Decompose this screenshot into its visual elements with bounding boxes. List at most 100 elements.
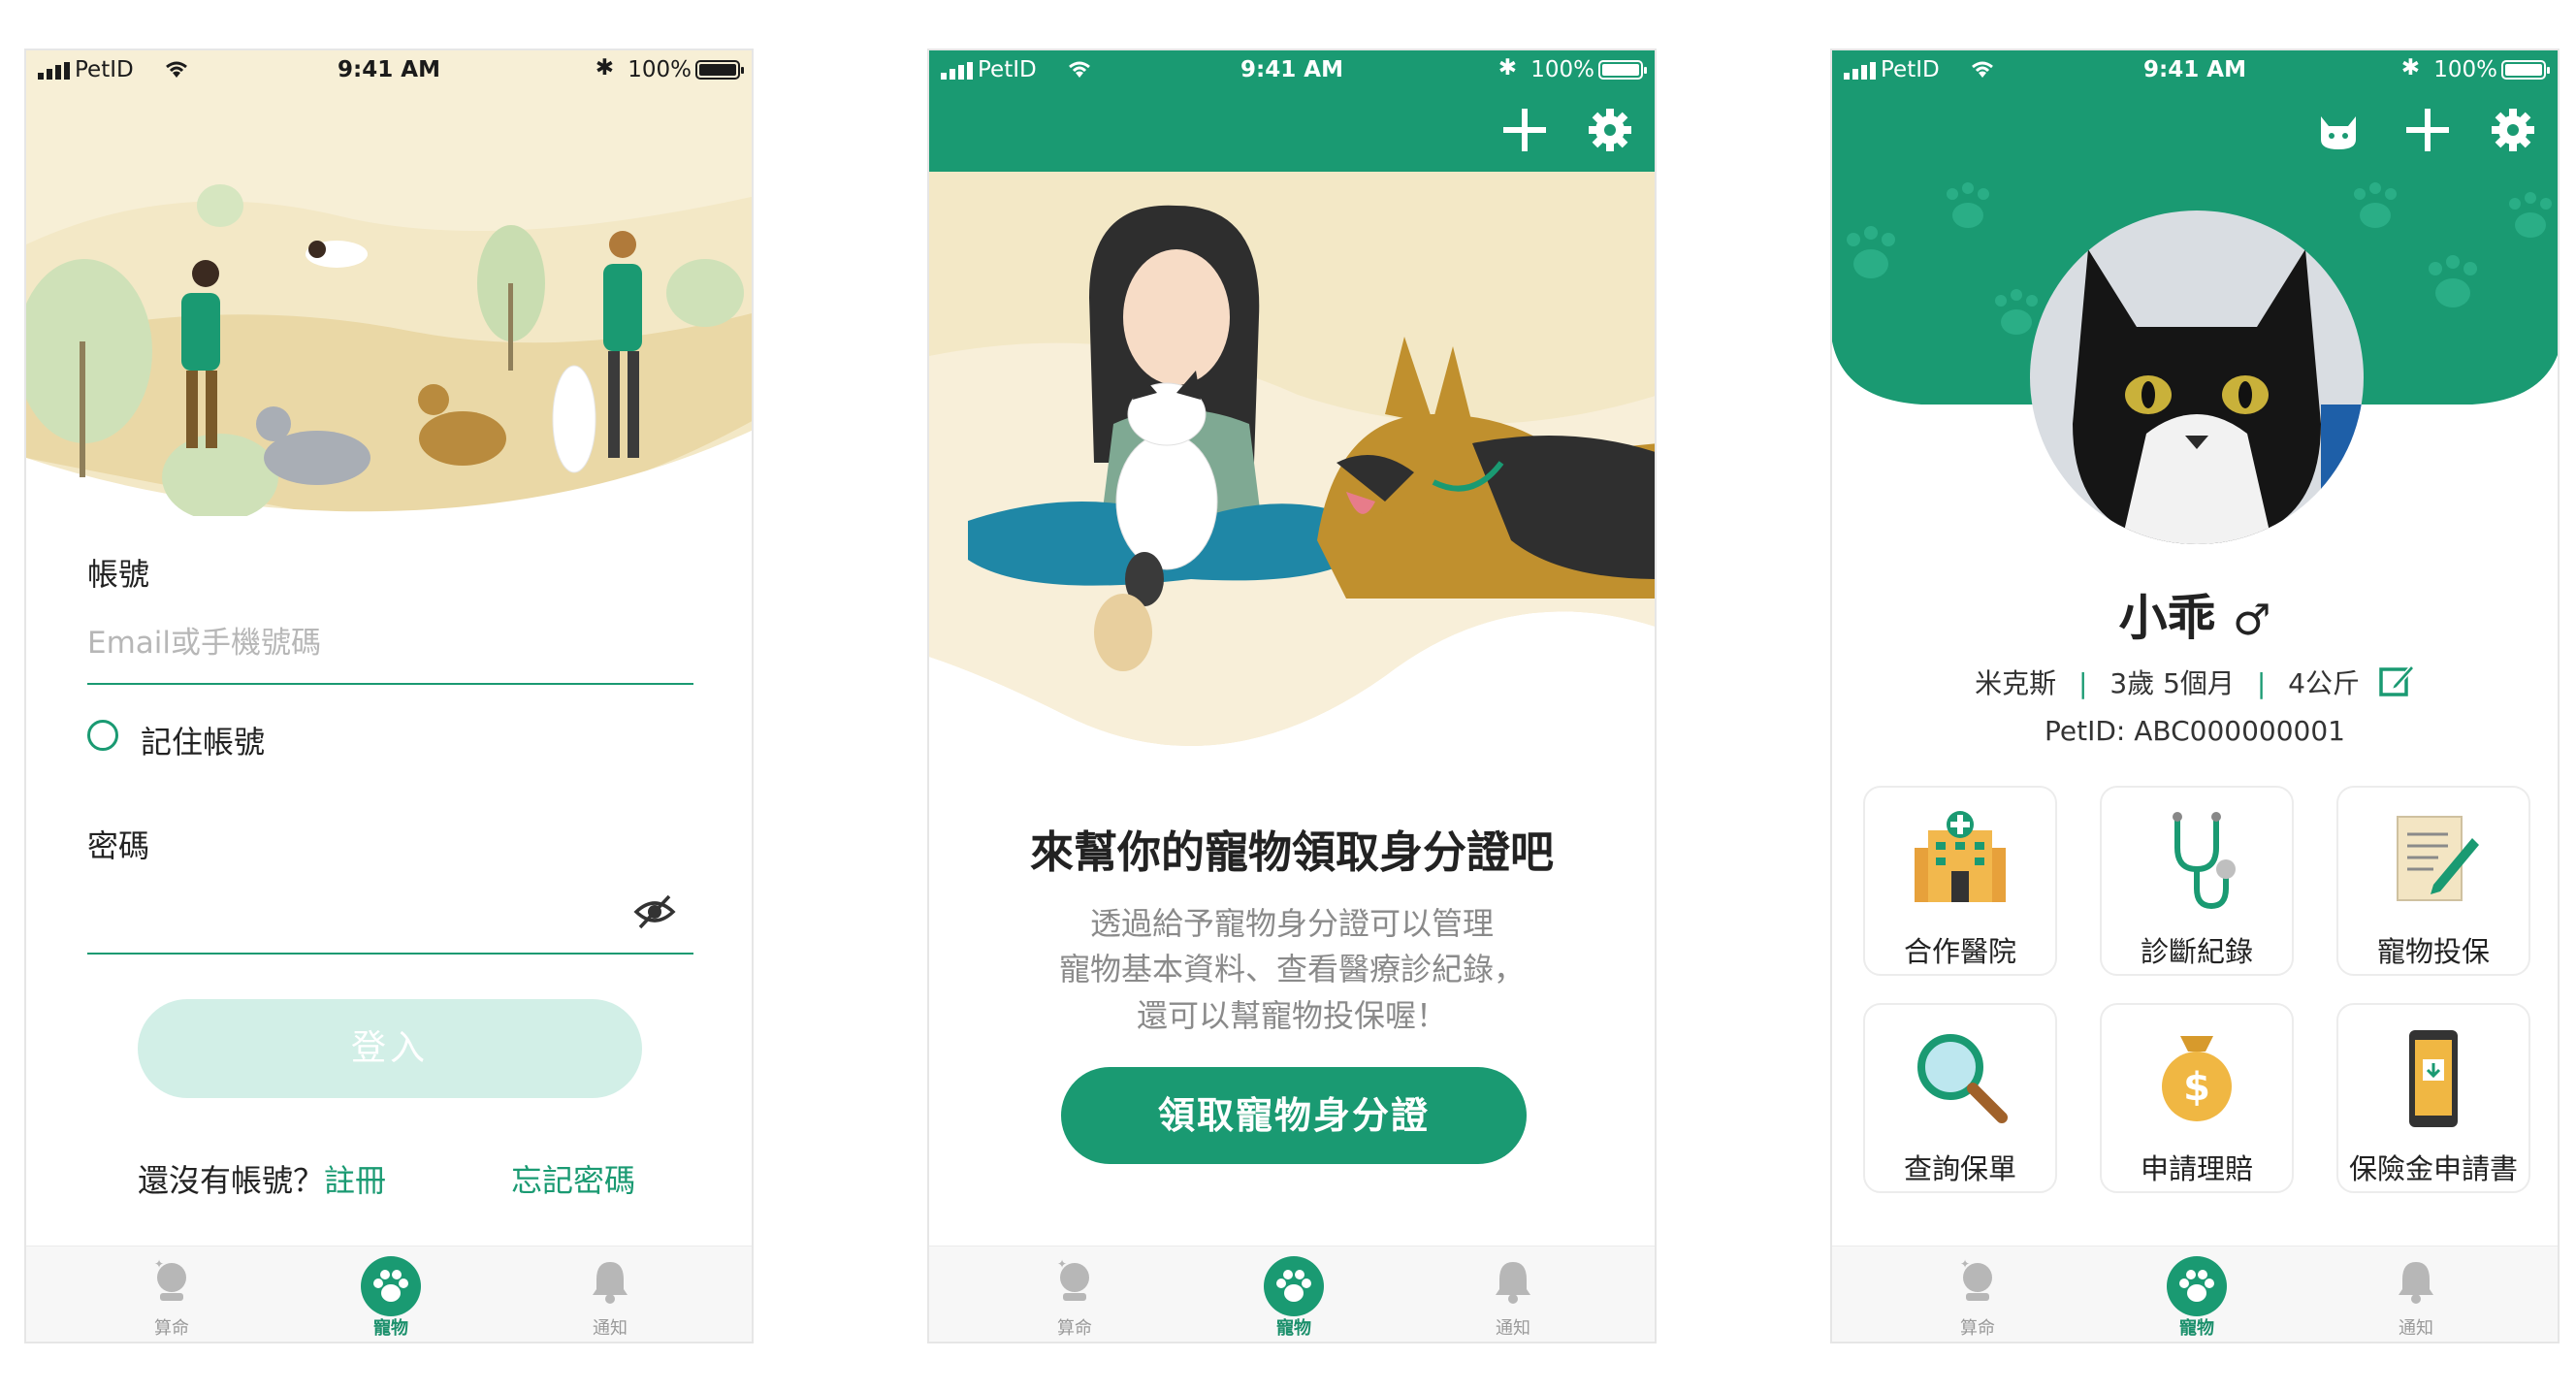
register-prompt: 還沒有帳號？註冊 <box>138 1156 386 1201</box>
bell-icon <box>2399 1262 2433 1304</box>
tab-notifications-label: 通知 <box>593 1318 628 1339</box>
pet-breed: 米克斯 <box>1975 667 2057 699</box>
register-link[interactable]: 註冊 <box>324 1162 386 1199</box>
meta-divider: | <box>2256 667 2267 699</box>
eye-off-icon[interactable] <box>632 892 677 931</box>
battery-icon <box>695 60 744 80</box>
service-label: 查詢保單 <box>1903 1152 2016 1185</box>
tab-fortune-label: 算命 <box>154 1318 189 1339</box>
male-icon: ♂ <box>2232 596 2271 645</box>
bluetooth-icon: ✱ <box>595 55 614 81</box>
tab-pets-label: 寵物 <box>2179 1318 2214 1339</box>
onboarding-desc-line2: 寵物基本資料、查看醫療診紀錄， <box>1058 951 1525 987</box>
tab-pets-label: 寵物 <box>1276 1318 1311 1339</box>
service-diagnosis-records[interactable]: 診斷紀錄 <box>2100 786 2294 976</box>
crystal-ball-icon: ✦ <box>1057 1257 1089 1301</box>
add-icon[interactable] <box>2404 107 2451 153</box>
gear-icon[interactable] <box>1587 107 1633 153</box>
get-pet-id-button[interactable]: 領取寵物身分證 <box>1061 1067 1527 1164</box>
tab-notifications[interactable]: 通知 <box>2329 1246 2503 1342</box>
tab-fortune-label: 算命 <box>1960 1318 1995 1339</box>
service-pet-insurance[interactable]: 寵物投保 <box>2336 786 2530 976</box>
pet-avatar[interactable] <box>2030 210 2364 544</box>
stethoscope-icon <box>2173 812 2236 910</box>
paw-icon <box>1264 1256 1324 1316</box>
battery-percent: 100% <box>2433 57 2497 82</box>
onboarding-screen: PetID 9:41 AM ✱ 100% 來幫你的寵物領取身分證吧 透過給予寵物… <box>927 49 1657 1343</box>
service-label: 診斷紀錄 <box>2140 935 2253 968</box>
hospital-icon <box>1915 811 2006 902</box>
pet-name-row: 小乖 ♂ <box>1832 579 2558 649</box>
tab-bar: ✦ 算命 寵物 通知 <box>929 1246 1655 1342</box>
tab-notifications-label: 通知 <box>2399 1318 2433 1339</box>
add-icon[interactable] <box>1501 107 1548 153</box>
tab-pets[interactable]: 寵物 <box>2109 1246 2284 1342</box>
pet-id: PetID: ABC000000001 <box>2045 715 2345 747</box>
forgot-password-link[interactable]: 忘記密碼 <box>511 1156 635 1201</box>
bell-icon <box>593 1262 628 1304</box>
service-label: 寵物投保 <box>2376 935 2490 968</box>
insurance-document-icon <box>2397 816 2479 901</box>
edit-icon[interactable] <box>2378 662 2415 698</box>
remember-label[interactable]: 記住帳號 <box>141 718 265 762</box>
tab-pets[interactable]: 寵物 <box>1207 1246 1381 1342</box>
tab-fortune[interactable]: ✦ 算命 <box>987 1246 1162 1342</box>
battery-icon <box>1598 60 1647 80</box>
battery-percent: 100% <box>628 57 692 82</box>
tab-pets-label: 寵物 <box>373 1318 408 1339</box>
remember-radio[interactable] <box>87 720 118 751</box>
svg-text:✦: ✦ <box>154 1257 164 1271</box>
battery-icon <box>2501 60 2550 80</box>
service-apply-claim[interactable]: $ 申請理賠 <box>2100 1003 2294 1193</box>
service-label: 保險金申請書 <box>2348 1152 2518 1185</box>
park-illustration <box>26 50 752 516</box>
meta-divider: | <box>2078 667 2088 699</box>
service-partner-hospital[interactable]: 合作醫院 <box>1863 786 2057 976</box>
status-bar: PetID 9:41 AM ✱ 100% <box>929 50 1655 91</box>
account-label: 帳號 <box>87 556 150 593</box>
phone-download-icon <box>2409 1030 2458 1127</box>
paw-icon <box>2167 1256 2227 1316</box>
paw-icon <box>361 1256 421 1316</box>
tab-fortune-label: 算命 <box>1057 1318 1092 1339</box>
service-label: 申請理賠 <box>2140 1152 2253 1185</box>
magnifier-icon <box>1917 1034 2008 1123</box>
money-bag-icon: $ <box>2162 1036 2232 1121</box>
service-claim-form[interactable]: 保險金申請書 <box>2336 1003 2530 1193</box>
account-underline <box>87 683 693 685</box>
account-input[interactable]: Email或手機號碼 <box>87 618 321 662</box>
pet-profile-screen: PetID 9:41 AM ✱ 100% 小乖 ♂ 米克斯 | 3歲 5個月 |… <box>1830 49 2560 1343</box>
svg-text:✦: ✦ <box>1057 1257 1067 1271</box>
onboarding-headline: 來幫你的寵物領取身分證吧 <box>1029 826 1554 878</box>
gear-icon[interactable] <box>2490 107 2536 153</box>
password-input[interactable] <box>87 904 630 943</box>
service-query-policy[interactable]: 查詢保單 <box>1863 1003 2057 1193</box>
cat-face-icon[interactable] <box>2315 107 2362 153</box>
bell-icon <box>1496 1262 1530 1304</box>
service-label: 合作醫院 <box>1903 935 2016 968</box>
svg-text:✦: ✦ <box>1960 1257 1970 1271</box>
login-screen: PetID 9:41 AM ✱ 100% 帳號 Email或手機號碼 記住帳號 … <box>24 49 754 1343</box>
onboarding-desc-line1: 透過給予寵物身分證可以管理 <box>1089 905 1494 942</box>
svg-text:$: $ <box>2183 1065 2210 1110</box>
tab-bar: ✦ 算命 寵物 通知 <box>26 1246 752 1342</box>
pet-age: 3歲 5個月 <box>2109 667 2235 699</box>
battery-percent: 100% <box>1530 57 1594 82</box>
tab-notifications-label: 通知 <box>1496 1318 1530 1339</box>
tab-pets[interactable]: 寵物 <box>304 1246 478 1342</box>
tab-bar: ✦ 算命 寵物 通知 <box>1832 1246 2558 1342</box>
crystal-ball-icon: ✦ <box>154 1257 186 1301</box>
tab-fortune[interactable]: ✦ 算命 <box>1890 1246 2065 1342</box>
tab-notifications[interactable]: 通知 <box>1426 1246 1600 1342</box>
pet-weight: 4公斤 <box>2288 667 2360 699</box>
login-button[interactable]: 登入 <box>138 999 642 1098</box>
password-underline <box>87 953 693 955</box>
pet-name: 小乖 <box>2118 590 2216 646</box>
no-account-text: 還沒有帳號？ <box>138 1162 325 1199</box>
status-bar: PetID 9:41 AM ✱ 100% <box>26 50 752 91</box>
tab-notifications[interactable]: 通知 <box>523 1246 697 1342</box>
password-label: 密碼 <box>87 827 150 864</box>
tab-fortune[interactable]: ✦ 算命 <box>84 1246 259 1342</box>
onboarding-desc-line3: 還可以幫寵物投保喔！ <box>1136 997 1447 1034</box>
girl-with-pets-illustration <box>929 172 1655 793</box>
